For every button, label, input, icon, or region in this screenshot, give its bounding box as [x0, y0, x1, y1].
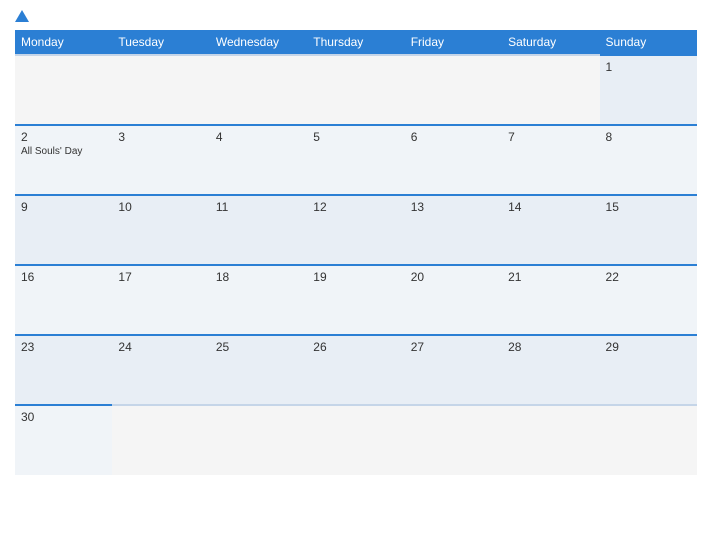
- calendar-event: All Souls' Day: [21, 146, 106, 157]
- day-number: 30: [21, 410, 34, 424]
- calendar-cell: [307, 55, 404, 125]
- calendar-cell: 25: [210, 335, 307, 405]
- logo-blue-text: [15, 10, 31, 22]
- calendar-week-row: 2 All Souls' Day 3 4 5 6 7 8: [15, 125, 697, 195]
- day-number: 24: [118, 340, 131, 354]
- calendar-cell: 7: [502, 125, 599, 195]
- header: [15, 10, 697, 22]
- day-number: 25: [216, 340, 229, 354]
- weekday-header-thursday: Thursday: [307, 30, 404, 55]
- day-number: 14: [508, 200, 521, 214]
- day-number: 28: [508, 340, 521, 354]
- weekday-header-friday: Friday: [405, 30, 502, 55]
- weekday-header-sunday: Sunday: [600, 30, 697, 55]
- calendar-cell: [600, 405, 697, 475]
- calendar-cell: 22: [600, 265, 697, 335]
- day-number: 22: [606, 270, 619, 284]
- weekday-header-row: MondayTuesdayWednesdayThursdayFridaySatu…: [15, 30, 697, 55]
- calendar-cell: 12: [307, 195, 404, 265]
- weekday-header-monday: Monday: [15, 30, 112, 55]
- calendar-cell: 26: [307, 335, 404, 405]
- calendar-cell: 18: [210, 265, 307, 335]
- calendar-cell: [502, 55, 599, 125]
- calendar-cell: 29: [600, 335, 697, 405]
- calendar-week-row: 9 10 11 12 13 14 15: [15, 195, 697, 265]
- calendar-cell: [112, 405, 209, 475]
- calendar-cell: 13: [405, 195, 502, 265]
- calendar-body: 12All Souls' Day345678910111213141516171…: [15, 55, 697, 475]
- day-number: 16: [21, 270, 34, 284]
- calendar-cell: 2 All Souls' Day: [15, 125, 112, 195]
- day-number: 27: [411, 340, 424, 354]
- day-number: 11: [216, 200, 228, 214]
- calendar-header: MondayTuesdayWednesdayThursdayFridaySatu…: [15, 30, 697, 55]
- calendar-page: MondayTuesdayWednesdayThursdayFridaySatu…: [0, 0, 712, 550]
- calendar-week-row: 1: [15, 55, 697, 125]
- calendar-cell: 5: [307, 125, 404, 195]
- day-number: 21: [508, 270, 521, 284]
- calendar-cell: [502, 405, 599, 475]
- calendar-cell: 19: [307, 265, 404, 335]
- calendar-cell: 3: [112, 125, 209, 195]
- calendar-cell: 20: [405, 265, 502, 335]
- calendar-cell: 14: [502, 195, 599, 265]
- logo: [15, 10, 31, 22]
- calendar-cell: 11: [210, 195, 307, 265]
- day-number: 6: [411, 130, 418, 144]
- weekday-header-tuesday: Tuesday: [112, 30, 209, 55]
- day-number: 17: [118, 270, 131, 284]
- calendar-week-row: 16 17 18 19 20 21 22: [15, 265, 697, 335]
- logo-triangle-icon: [15, 10, 29, 22]
- day-number: 7: [508, 130, 515, 144]
- day-number: 12: [313, 200, 326, 214]
- calendar-cell: 16: [15, 265, 112, 335]
- day-number: 19: [313, 270, 326, 284]
- calendar-cell: 24: [112, 335, 209, 405]
- day-number: 23: [21, 340, 34, 354]
- day-number: 1: [606, 60, 613, 74]
- day-number: 13: [411, 200, 424, 214]
- calendar-cell: 8: [600, 125, 697, 195]
- calendar-cell: [112, 55, 209, 125]
- day-number: 2: [21, 130, 28, 144]
- day-number: 18: [216, 270, 229, 284]
- weekday-header-saturday: Saturday: [502, 30, 599, 55]
- day-number: 5: [313, 130, 320, 144]
- calendar-cell: [307, 405, 404, 475]
- calendar-cell: [405, 55, 502, 125]
- calendar-cell: 21: [502, 265, 599, 335]
- calendar-cell: 28: [502, 335, 599, 405]
- calendar-cell: 10: [112, 195, 209, 265]
- day-number: 9: [21, 200, 28, 214]
- day-number: 8: [606, 130, 613, 144]
- day-number: 20: [411, 270, 424, 284]
- calendar-cell: 6: [405, 125, 502, 195]
- calendar-cell: 1: [600, 55, 697, 125]
- calendar-cell: 30: [15, 405, 112, 475]
- day-number: 3: [118, 130, 125, 144]
- calendar-cell: [210, 55, 307, 125]
- calendar-table: MondayTuesdayWednesdayThursdayFridaySatu…: [15, 30, 697, 475]
- calendar-cell: 27: [405, 335, 502, 405]
- calendar-week-row: 23 24 25 26 27 28 29: [15, 335, 697, 405]
- weekday-header-wednesday: Wednesday: [210, 30, 307, 55]
- day-number: 4: [216, 130, 223, 144]
- day-number: 10: [118, 200, 131, 214]
- calendar-cell: 17: [112, 265, 209, 335]
- calendar-cell: 4: [210, 125, 307, 195]
- calendar-cell: [405, 405, 502, 475]
- day-number: 29: [606, 340, 619, 354]
- day-number: 15: [606, 200, 619, 214]
- calendar-cell: [15, 55, 112, 125]
- calendar-cell: [210, 405, 307, 475]
- calendar-week-row: 30: [15, 405, 697, 475]
- day-number: 26: [313, 340, 326, 354]
- calendar-cell: 15: [600, 195, 697, 265]
- calendar-cell: 9: [15, 195, 112, 265]
- calendar-cell: 23: [15, 335, 112, 405]
